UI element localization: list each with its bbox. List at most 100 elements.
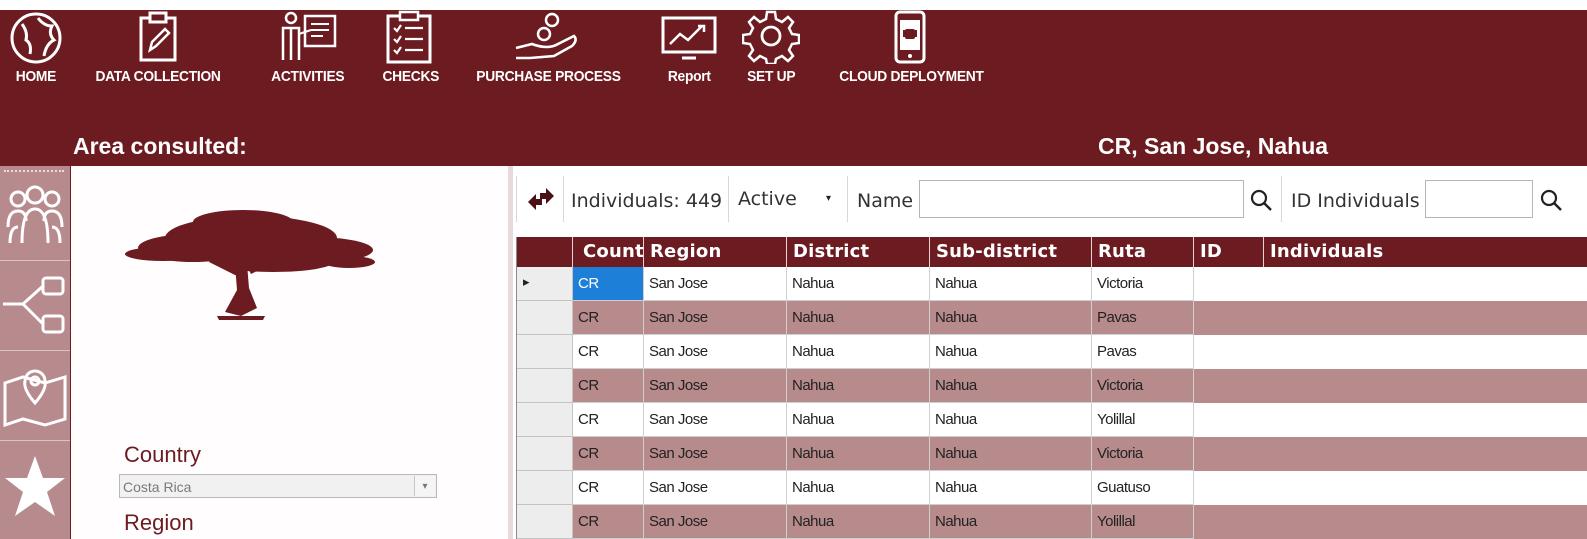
chevron-down-icon[interactable]: ▾ xyxy=(414,476,435,496)
chevron-down-icon[interactable]: ▾ xyxy=(826,193,838,205)
cell-ruta[interactable]: Pavas xyxy=(1092,335,1194,369)
cell-sub-district[interactable]: Nahua xyxy=(930,505,1092,539)
clipboard-pen-icon xyxy=(139,11,177,62)
cell-ruta[interactable]: Victoria xyxy=(1092,369,1194,403)
toolbar-report[interactable]: Report xyxy=(660,10,718,85)
cell-district[interactable]: Nahua xyxy=(787,301,930,335)
cell-count[interactable]: CR xyxy=(573,471,644,505)
rail-button-favorites[interactable] xyxy=(0,442,70,530)
table-row[interactable]: CR San Jose Nahua Nahua Yolillal xyxy=(517,505,1587,539)
toolbar-label: Report xyxy=(667,68,711,85)
cell-district[interactable]: Nahua xyxy=(787,471,930,505)
toolbar-label: DATA COLLECTION xyxy=(95,68,221,85)
cell-ruta[interactable]: Pavas xyxy=(1092,301,1194,335)
cell-region[interactable]: San Jose xyxy=(644,471,787,505)
row-selector[interactable] xyxy=(517,505,573,539)
row-selector[interactable] xyxy=(517,471,573,505)
map-pin-icon xyxy=(3,369,67,428)
toolbar-data-collection[interactable]: DATA COLLECTION xyxy=(90,10,226,85)
search-icon[interactable] xyxy=(1539,188,1563,212)
id-individuals-input[interactable] xyxy=(1425,180,1533,218)
row-empty-area xyxy=(1194,301,1587,335)
row-selector[interactable] xyxy=(517,403,573,437)
cell-ruta[interactable]: Guatuso xyxy=(1092,471,1194,505)
rail-button-map[interactable] xyxy=(0,352,70,441)
table-row[interactable]: CR San Jose Nahua Nahua Pavas xyxy=(517,301,1587,335)
row-empty-area xyxy=(1194,403,1587,437)
cell-count[interactable]: CR xyxy=(573,301,644,335)
cell-ruta[interactable]: Yolillal xyxy=(1092,505,1194,539)
column-header-sub-district[interactable]: Sub-district xyxy=(930,237,1092,267)
cell-sub-district[interactable]: Nahua xyxy=(930,369,1092,403)
current-row-pointer-icon: ▸ xyxy=(523,274,530,289)
cell-ruta[interactable]: Yolillal xyxy=(1092,403,1194,437)
cell-sub-district[interactable]: Nahua xyxy=(930,471,1092,505)
cell-count[interactable]: CR xyxy=(573,437,644,471)
cell-ruta[interactable]: Victoria xyxy=(1092,437,1194,471)
cell-count[interactable]: CR xyxy=(573,403,644,437)
cell-region[interactable]: San Jose xyxy=(644,505,787,539)
rail-button-hierarchy[interactable] xyxy=(0,262,70,351)
cell-district[interactable]: Nahua xyxy=(787,437,930,471)
cell-count[interactable]: CR xyxy=(573,369,644,403)
cell-district[interactable]: Nahua xyxy=(787,403,930,437)
column-header-district[interactable]: District xyxy=(787,237,930,267)
table-row[interactable]: CR San Jose Nahua Nahua Pavas xyxy=(517,335,1587,369)
toolbar-checks[interactable]: CHECKS xyxy=(378,10,444,85)
country-label: Country xyxy=(124,442,202,467)
column-header-ruta[interactable]: Ruta xyxy=(1092,237,1194,267)
left-panel: Country Costa Rica ▾ Region xyxy=(71,166,508,539)
status-select[interactable]: Active xyxy=(738,188,797,210)
row-selector[interactable] xyxy=(517,335,573,369)
cell-sub-district[interactable]: Nahua xyxy=(930,403,1092,437)
row-selector[interactable] xyxy=(517,369,573,403)
toolbar-home[interactable]: HOME xyxy=(8,10,64,85)
cell-region[interactable]: San Jose xyxy=(644,335,787,369)
cell-count[interactable]: CR xyxy=(573,335,644,369)
cell-region[interactable]: San Jose xyxy=(644,403,787,437)
cell-sub-district[interactable]: Nahua xyxy=(930,335,1092,369)
rail-button-people[interactable] xyxy=(0,172,70,261)
row-selector[interactable] xyxy=(517,437,573,471)
table-row[interactable]: CR San Jose Nahua Nahua Victoria xyxy=(517,437,1587,471)
cell-count[interactable]: CR xyxy=(573,267,644,301)
tree-logo xyxy=(125,210,375,320)
toolbar-set-up[interactable]: SET UP xyxy=(742,10,800,85)
toolbar-label: SET UP xyxy=(746,68,796,85)
cell-sub-district[interactable]: Nahua xyxy=(930,301,1092,335)
toolbar-cloud-deployment[interactable]: CLOUD DEPLOYMENT xyxy=(826,10,996,85)
toolbar-activities[interactable]: ACTIVITIES xyxy=(263,10,353,85)
country-select[interactable]: Costa Rica ▾ xyxy=(119,474,437,498)
cell-district[interactable]: Nahua xyxy=(787,505,930,539)
row-selector[interactable]: ▸ xyxy=(517,267,573,301)
cell-region[interactable]: San Jose xyxy=(644,267,787,301)
gear-icon xyxy=(742,10,800,64)
cell-district[interactable]: Nahua xyxy=(787,267,930,301)
name-search-input[interactable] xyxy=(919,180,1244,218)
toolbar-purchase-process[interactable]: PURCHASE PROCESS xyxy=(470,10,627,85)
cell-ruta[interactable]: Victoria xyxy=(1092,267,1194,301)
column-header-count[interactable]: Count xyxy=(573,237,644,267)
presenter-icon xyxy=(281,11,337,60)
row-selector[interactable] xyxy=(517,301,573,335)
table-row[interactable]: CR San Jose Nahua Nahua Yolillal xyxy=(517,403,1587,437)
cell-region[interactable]: San Jose xyxy=(644,369,787,403)
cell-count[interactable]: CR xyxy=(573,505,644,539)
row-header-corner xyxy=(517,237,573,267)
refresh-arrows-icon[interactable] xyxy=(526,186,556,212)
row-empty-area xyxy=(1194,335,1587,369)
cell-region[interactable]: San Jose xyxy=(644,437,787,471)
cell-sub-district[interactable]: Nahua xyxy=(930,437,1092,471)
cell-district[interactable]: Nahua xyxy=(787,335,930,369)
table-row[interactable]: ▸ CR San Jose Nahua Nahua Victoria xyxy=(517,267,1587,301)
cell-region[interactable]: San Jose xyxy=(644,301,787,335)
cell-sub-district[interactable]: Nahua xyxy=(930,267,1092,301)
table-row[interactable]: CR San Jose Nahua Nahua Guatuso xyxy=(517,471,1587,505)
cell-district[interactable]: Nahua xyxy=(787,369,930,403)
column-header-id[interactable]: ID xyxy=(1194,237,1264,267)
column-header-individuals[interactable]: Individuals xyxy=(1264,237,1587,267)
separator xyxy=(847,176,848,222)
table-row[interactable]: CR San Jose Nahua Nahua Victoria xyxy=(517,369,1587,403)
column-header-region[interactable]: Region xyxy=(644,237,787,267)
search-icon[interactable] xyxy=(1249,188,1273,212)
